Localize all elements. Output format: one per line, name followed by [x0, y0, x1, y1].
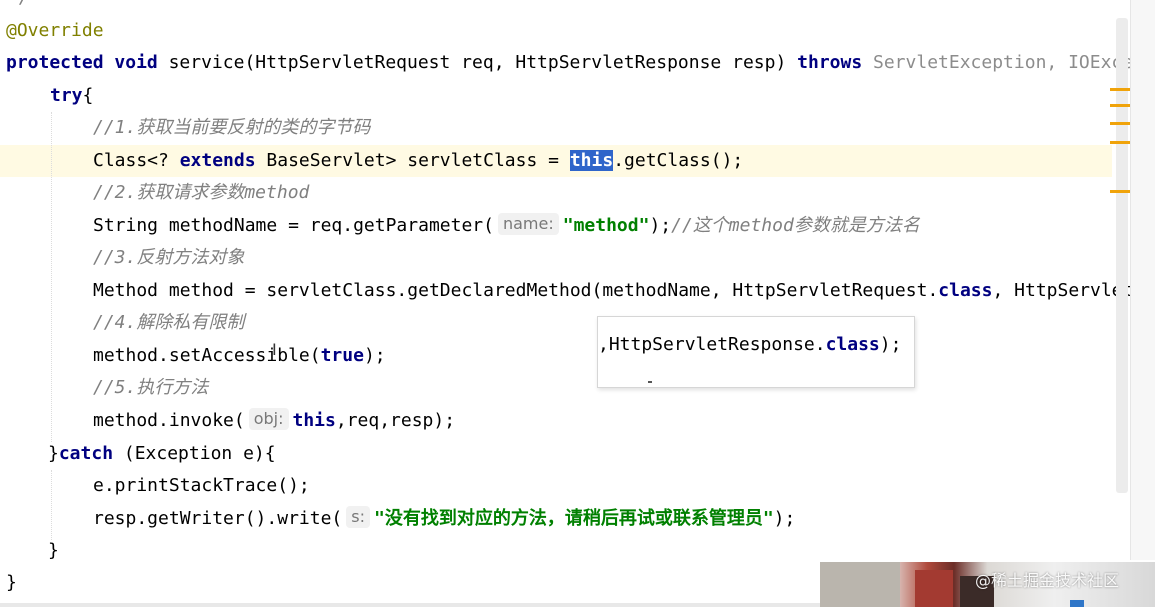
code-line[interactable]: method.invoke(obj: this,req,resp);: [93, 405, 455, 437]
keyword: throws: [797, 52, 863, 73]
webcam-shelf: [820, 562, 900, 607]
string-literal: "method": [562, 215, 650, 236]
stripe-marker[interactable]: [1110, 190, 1130, 193]
code-editor[interactable]: */ @Override protected void service(Http…: [0, 0, 1133, 607]
code-text: resp.getWriter().write(: [93, 508, 343, 529]
selected-text[interactable]: this: [569, 150, 614, 171]
code-line[interactable]: //1.获取当前要反射的类的字节码: [93, 112, 370, 144]
code-text: );: [879, 334, 902, 355]
keyword: catch: [58, 443, 114, 464]
comment: //2.获取请求参数method: [93, 182, 310, 203]
comment: //这个method参数就是方法名: [671, 215, 920, 236]
code-text: BaseServlet> servletClass =: [255, 150, 570, 171]
code-line[interactable]: }: [48, 535, 59, 567]
indent-guide: [51, 112, 52, 442]
comment: //3.反射方法对象: [93, 247, 245, 268]
brace: }: [48, 540, 59, 561]
code-line[interactable]: String methodName = req.getParameter(nam…: [93, 210, 920, 242]
code-text: String methodName = req.getParameter(: [93, 215, 494, 236]
brace: {: [82, 85, 94, 106]
keyword: extends: [179, 150, 256, 171]
comment-fragment: */: [8, 0, 30, 8]
code-line[interactable]: //4.解除私有限制: [93, 307, 244, 339]
code-text: , HttpServlet: [992, 280, 1134, 301]
code-text: );: [773, 508, 796, 529]
code-text: method.setAccessible(: [93, 345, 321, 366]
code-line[interactable]: try{: [50, 80, 93, 112]
code-line[interactable]: //5.执行方法: [93, 372, 208, 404]
code-text: e.printStackTrace();: [93, 475, 310, 496]
keyword: class: [825, 334, 880, 355]
error-stripe[interactable]: [1130, 0, 1155, 560]
code-text: );: [649, 215, 672, 236]
keyword: void: [114, 52, 158, 73]
code-line[interactable]: }: [6, 567, 17, 599]
parameter-hint: obj:: [248, 408, 289, 430]
webcam-object: [915, 570, 953, 607]
keyword: this: [292, 410, 336, 431]
code-line[interactable]: Method method = servletClass.getDeclared…: [93, 275, 1133, 307]
method-signature: service(HttpServletRequest req, HttpServ…: [157, 52, 798, 73]
popup-dot: [648, 381, 652, 383]
code-line[interactable]: }catch (Exception e){: [48, 438, 276, 470]
keyword: class: [938, 280, 993, 301]
stripe-marker[interactable]: [1110, 141, 1130, 144]
parameter-hint: name:: [497, 213, 559, 235]
stripe-marker[interactable]: [1110, 88, 1130, 91]
annotation: @Override: [6, 20, 104, 41]
watermark: @稀土掘金技术社区: [975, 571, 1120, 590]
stripe-marker[interactable]: [1110, 104, 1130, 107]
code-text: (Exception e){: [113, 443, 276, 464]
code-line[interactable]: //3.反射方法对象: [93, 242, 244, 274]
comment: //4.解除私有限制: [93, 312, 245, 333]
code-line[interactable]: e.printStackTrace();: [93, 470, 310, 502]
code-text: .getClass();: [613, 150, 744, 171]
comment: //5.执行方法: [93, 377, 209, 398]
editor-bottom-border: [0, 603, 820, 607]
code-line[interactable]: resp.getWriter().write(s: "没有找到对应的方法，请稍后再…: [93, 503, 795, 535]
stripe-marker[interactable]: [1110, 122, 1130, 125]
code-line[interactable]: */: [8, 0, 30, 14]
keyword: try: [50, 85, 83, 106]
brace: }: [48, 443, 59, 464]
keyword: protected: [6, 52, 104, 73]
brace: }: [6, 572, 17, 593]
code-line[interactable]: //2.获取请求参数method: [93, 177, 309, 209]
indent-guide: [51, 470, 52, 540]
comment: //1.获取当前要反射的类的字节码: [93, 117, 371, 138]
code-line[interactable]: protected void service(HttpServletReques…: [6, 47, 1133, 79]
code-text: ,HttpServletResponse.: [598, 334, 826, 355]
code-line[interactable]: Class<? extends BaseServlet> servletClas…: [93, 145, 743, 177]
parameter-hint: s:: [346, 506, 370, 528]
keyword: true: [320, 345, 364, 366]
wrapped-code-popup: ,HttpServletResponse.class);: [597, 316, 915, 388]
code-line[interactable]: method.setAccessible(true);: [93, 340, 386, 372]
code-text: );: [363, 345, 386, 366]
exception-list: ServletException, IOExce: [862, 52, 1134, 73]
code-text: Class<?: [93, 150, 180, 171]
code-text: ,req,resp);: [335, 410, 456, 431]
code-line[interactable]: @Override: [6, 15, 104, 47]
text-cursor-icon: I: [272, 340, 277, 359]
webcam-object: [1070, 600, 1084, 607]
string-literal: "没有找到对应的方法，请稍后再试或联系管理员": [373, 508, 774, 529]
code-text: method.invoke(: [93, 410, 245, 431]
code-text: Method method = servletClass.getDeclared…: [93, 280, 939, 301]
